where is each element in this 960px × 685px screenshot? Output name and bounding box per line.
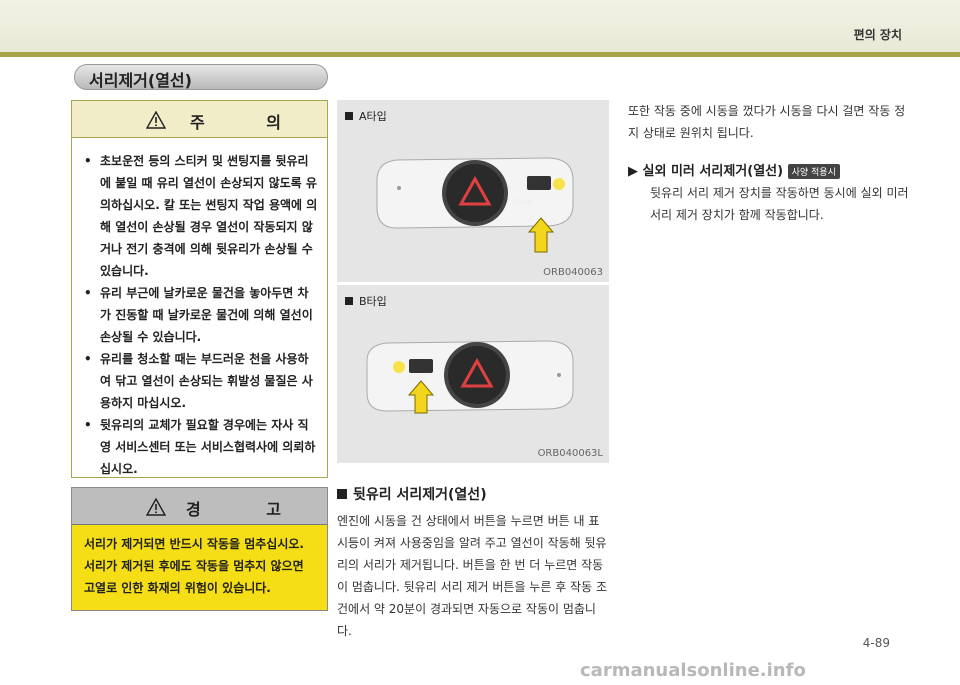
figure-a: A타입 REAR ORB040063 [337,100,609,282]
warning-triangle-icon [146,498,166,516]
warning-header: 경 고 [72,488,327,525]
page-number: 4-89 [862,636,890,650]
warning-heading: 경 고 [186,500,312,519]
warning-text: 서리가 제거되면 반드시 작동을 멈추십시오. 서리가 제거된 후에도 작동을 … [84,537,304,595]
rear-defrost-button-a-illustration: REAR [376,157,574,253]
caution-item: 유리 부근에 날카로운 물건을 놓아두면 차가 진동할 때 날카로운 물건에 의… [84,282,319,348]
rear-defrost-heading: 뒷유리 서리제거(열선) [337,484,487,504]
figure-code: ORB040063L [537,448,603,459]
option-badge: 사양 적용시 [787,164,840,179]
warning-box: 경 고 서리가 제거되면 반드시 작동을 멈추십시오. 서리가 제거된 후에도 … [71,487,328,611]
caution-list: 초보운전 등의 스티커 및 썬팅지를 뒷유리에 붙일 때 유리 열선이 손상되지… [72,138,327,480]
page-header [0,0,960,56]
page-title-text: 서리제거(열선) [89,71,192,90]
play-arrow-icon: ▶ [628,164,643,179]
rear-defrost-button-b-illustration: REAR [366,340,574,414]
page-title: 서리제거(열선) [74,64,328,90]
mirror-text: 뒷유리 서리 제거 장치를 작동하면 동시에 실외 미러 서리 제거 장치가 함… [650,186,909,222]
caution-box: 주 의 초보운전 등의 스티커 및 썬팅지를 뒷유리에 붙일 때 유리 열선이 … [71,100,328,478]
caution-item: 초보운전 등의 스티커 및 썬팅지를 뒷유리에 붙일 때 유리 열선이 손상되지… [84,150,319,282]
caution-header: 주 의 [72,101,327,138]
figure-b: B타입 REAR ORB040063L [337,285,609,463]
section-name: 편의 장치 [853,28,902,42]
rear-button-text: REAR [407,375,426,383]
rear-button-text: REAR [513,198,532,206]
header-divider [0,52,960,57]
caution-item: 유리를 청소할 때는 부드러운 천을 사용하여 닦고 열선이 손상되는 휘발성 … [84,348,319,414]
caution-item: 뒷유리의 교체가 필요할 경우에는 자사 직영 서비스센터 또는 서비스협력사에… [84,414,319,480]
intro-text: 또한 작동 중에 시동을 껐다가 시동을 다시 걸면 작동 정지 상태로 원위치… [628,104,906,140]
bullet-square-icon [337,489,347,499]
mirror-heading: ▶ 실외 미러 서리제거(열선) 사양 적용시 [628,160,840,179]
warning-triangle-icon [146,111,166,129]
watermark: carmanualsonline.info [580,660,806,681]
caution-heading: 주 의 [190,113,310,132]
rear-defrost-text: 엔진에 시동을 건 상태에서 버튼을 누르면 버튼 내 표시등이 켜져 사용중임… [337,514,607,638]
figure-code: ORB040063 [543,267,603,278]
